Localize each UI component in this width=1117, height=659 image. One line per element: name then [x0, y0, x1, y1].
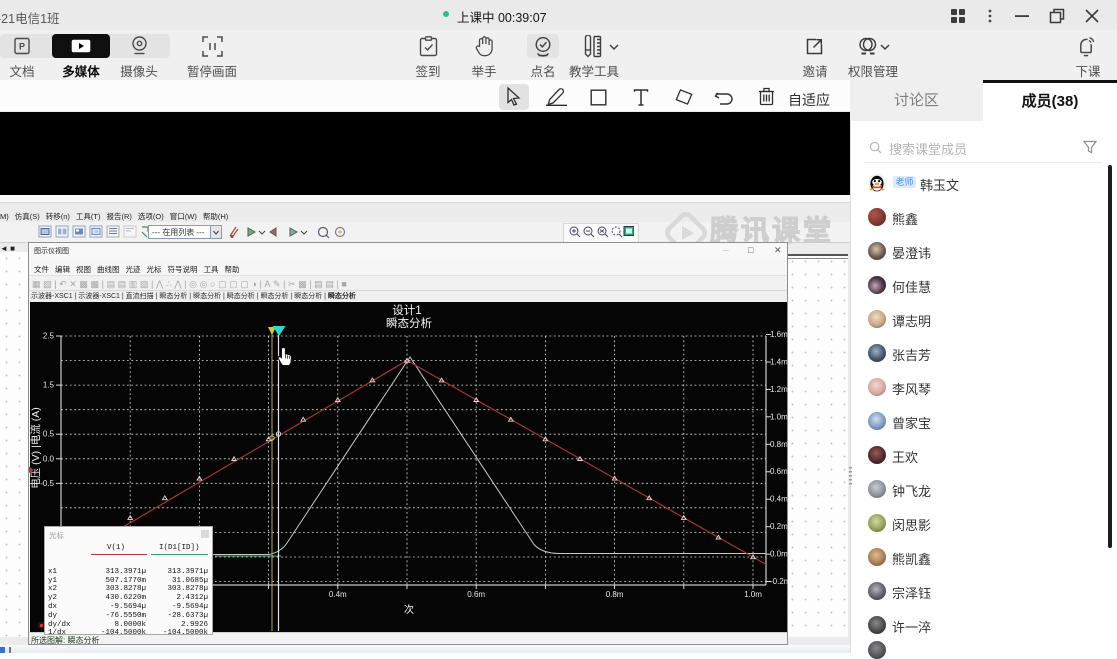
svg-text:0.0: 0.0: [43, 454, 55, 463]
svg-text:0.2m: 0.2m: [770, 522, 788, 531]
svg-text:0.6m: 0.6m: [770, 467, 788, 476]
svg-text:0.6m: 0.6m: [467, 590, 485, 599]
svg-text:1.4m: 1.4m: [770, 358, 788, 367]
svg-text:0.5: 0.5: [43, 430, 55, 439]
svg-text:1.0m: 1.0m: [770, 412, 788, 421]
svg-text:1.5: 1.5: [43, 381, 55, 390]
svg-text:P: P: [19, 42, 25, 52]
svg-text:-0.2m: -0.2m: [770, 577, 791, 586]
svg-text:0.0m: 0.0m: [770, 550, 788, 559]
svg-text:0.8m: 0.8m: [606, 590, 624, 599]
svg-text:1.0m: 1.0m: [744, 590, 762, 599]
svg-text:0.4m: 0.4m: [329, 590, 347, 599]
svg-text:0.4m: 0.4m: [770, 495, 788, 504]
svg-text:瞬态分析: 瞬态分析: [386, 316, 432, 330]
svg-text:2.5: 2.5: [43, 332, 55, 341]
svg-text:电压 (V) |电流 (A): 电压 (V) |电流 (A): [29, 407, 42, 488]
svg-text:0.8m: 0.8m: [770, 440, 788, 449]
svg-text:次: 次: [404, 603, 414, 616]
svg-text:1.2m: 1.2m: [770, 385, 788, 394]
svg-text:-0.5: -0.5: [40, 479, 54, 488]
svg-text:设计1: 设计1: [392, 304, 421, 317]
svg-text:1.6m: 1.6m: [770, 330, 788, 339]
